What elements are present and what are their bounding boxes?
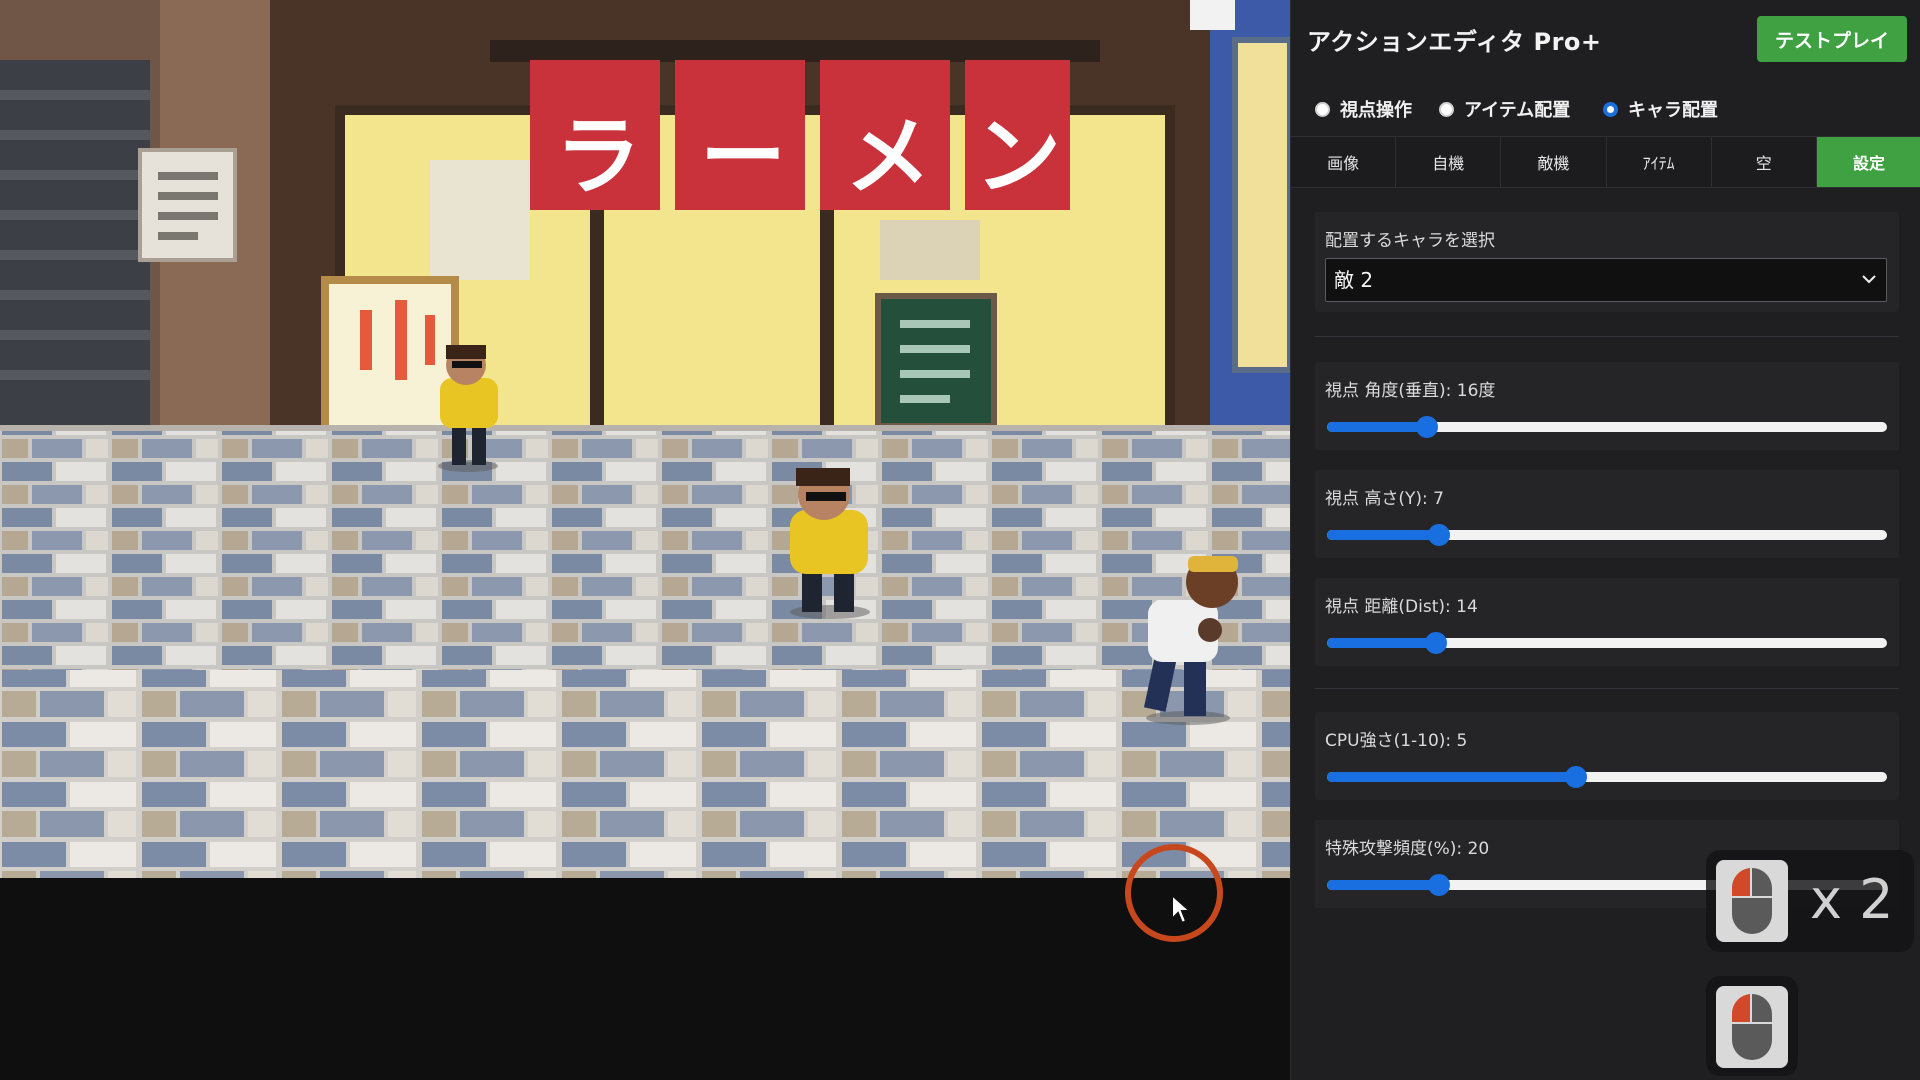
slider-label: 視点 高さ(Y): 7: [1325, 489, 1444, 509]
slider-label: 視点 角度(垂直): 16度: [1325, 381, 1496, 401]
section-divider: [1315, 688, 1899, 689]
slider-thumb[interactable]: [1415, 416, 1438, 438]
view-distance-slider[interactable]: [1327, 632, 1887, 654]
shop-sign-char: メ: [845, 107, 931, 207]
chara-select-dropdown[interactable]: 敵 2: [1325, 258, 1887, 302]
mouse-left-click-icon: [1716, 986, 1788, 1068]
slider-card: 視点 高さ(Y): 7: [1315, 470, 1899, 558]
slider-thumb[interactable]: [1424, 632, 1447, 654]
tab-sky[interactable]: 空: [1712, 137, 1817, 187]
tab-item[interactable]: ｱｲﾃﾑ: [1607, 137, 1712, 187]
radio-chara-place[interactable]: [1603, 101, 1618, 117]
game-viewport[interactable]: ラ ー メ ン: [0, 0, 1290, 1080]
mode-chara-place[interactable]: キャラ配置: [1603, 96, 1718, 122]
test-play-button[interactable]: テストプレイ: [1757, 16, 1907, 62]
click-count: x 2: [1810, 868, 1894, 931]
slider-fill: [1327, 638, 1436, 648]
cpu-strength-slider[interactable]: [1327, 766, 1887, 788]
slider-fill: [1327, 772, 1576, 782]
mode-label: アイテム配置: [1464, 100, 1571, 121]
radio-item-place[interactable]: [1439, 101, 1454, 117]
tab-enemy[interactable]: 敵機: [1501, 137, 1607, 187]
slider-thumb[interactable]: [1428, 524, 1450, 546]
mode-item-place[interactable]: アイテム配置: [1439, 96, 1570, 122]
slider-thumb[interactable]: [1428, 874, 1450, 896]
view-height-slider[interactable]: [1327, 524, 1887, 546]
slider-label: 視点 距離(Dist): 14: [1325, 597, 1478, 617]
panel-header: アクションエディタ Pro+ テストプレイ: [1291, 0, 1920, 78]
mode-label: キャラ配置: [1628, 100, 1718, 121]
slider-card: CPU強さ(1-10): 5: [1315, 712, 1899, 800]
mouse-click-overlay: x 2: [1706, 850, 1914, 952]
tab-image[interactable]: 画像: [1291, 137, 1397, 187]
mode-radio-group: 視点操作 アイテム配置 キャラ配置: [1291, 90, 1920, 130]
scene-graphic: [0, 0, 1290, 878]
game-scene[interactable]: ラ ー メ ン: [0, 0, 1290, 878]
slider-fill: [1327, 530, 1439, 540]
slider-label: CPU強さ(1-10): 5: [1325, 731, 1468, 751]
slider-thumb[interactable]: [1564, 766, 1587, 788]
slider-label: 特殊攻撃頻度(%): 20: [1325, 839, 1490, 859]
tab-settings[interactable]: 設定: [1816, 137, 1920, 187]
mouse-click-overlay: [1706, 976, 1798, 1076]
editor-tabs: 画像 自機 敵機 ｱｲﾃﾑ 空 設定: [1291, 136, 1920, 188]
mouse-cursor-icon: [1171, 893, 1192, 925]
shop-sign-char: ラ: [555, 107, 641, 207]
mode-label: 視点操作: [1340, 100, 1412, 121]
chevron-down-icon: [1862, 275, 1876, 284]
mouse-left-click-icon: [1716, 860, 1788, 942]
slider-fill: [1327, 880, 1439, 890]
chara-select-card: 配置するキャラを選択 敵 2: [1315, 212, 1899, 312]
view-angle-slider[interactable]: [1327, 416, 1887, 438]
slider-card: 視点 距離(Dist): 14: [1315, 578, 1899, 666]
section-divider: [1315, 336, 1899, 337]
chara-select-label: 配置するキャラを選択: [1325, 231, 1495, 251]
panel-title: アクションエディタ Pro+: [1307, 28, 1602, 56]
shop-sign-char: ー: [700, 107, 786, 207]
slider-fill: [1327, 422, 1427, 432]
tab-player[interactable]: 自機: [1396, 137, 1502, 187]
radio-view-control[interactable]: [1315, 101, 1330, 117]
shop-sign-char: ン: [975, 107, 1061, 207]
slider-card: 視点 角度(垂直): 16度: [1315, 362, 1899, 450]
mode-view-control[interactable]: 視点操作: [1315, 96, 1412, 122]
